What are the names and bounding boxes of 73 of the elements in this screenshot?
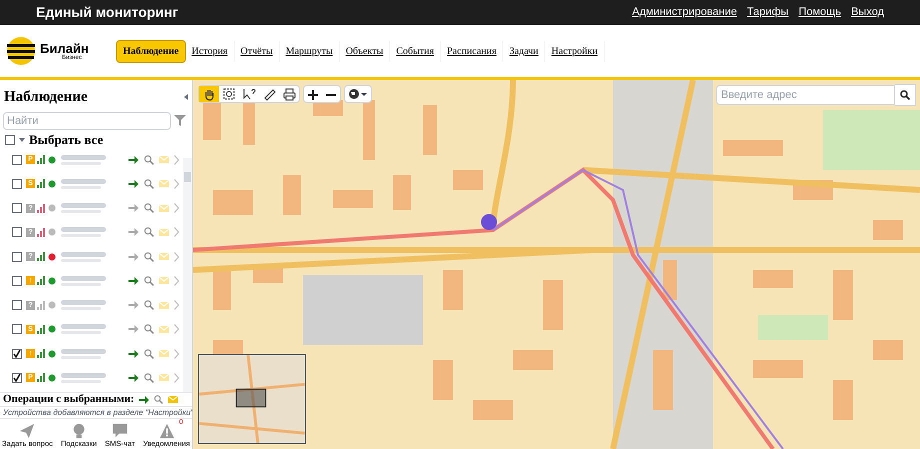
chevron-right-icon[interactable] [174,300,179,310]
chevron-right-icon[interactable] [174,203,179,214]
search-field[interactable]: Найти [3,112,171,130]
chevron-right-icon[interactable] [174,178,179,189]
chevron-right-icon[interactable] [174,154,179,165]
checkbox[interactable] [12,372,22,383]
arrow-right-icon[interactable] [128,180,139,188]
arrow-right-icon[interactable] [128,301,139,310]
print-icon [282,88,296,100]
checkbox[interactable] [12,203,22,214]
scrollbar[interactable] [183,158,192,392]
chevron-right-icon[interactable] [174,348,179,359]
brand-name: Билайн [40,42,89,54]
search-icon[interactable] [895,84,916,106]
info-note: Устройства добавляются в разделе "Настройки" [0,406,192,419]
arrow-right-icon[interactable] [139,396,150,404]
dropdown-caret-icon[interactable] [19,138,25,142]
header-link[interactable]: Администрирование [632,4,738,21]
map-tool-button[interactable] [199,86,219,102]
hand-icon [202,88,216,100]
chevron-right-icon[interactable] [174,227,179,238]
nav-tab[interactable]: Отчёты [234,40,280,62]
nav-tab[interactable]: Объекты [340,40,390,62]
arrow-right-icon[interactable] [128,374,139,382]
nav-tab[interactable]: Наблюдение [116,40,186,62]
checkbox[interactable] [12,348,22,359]
checkbox[interactable] [12,227,22,238]
nav-tab[interactable]: Настройки [545,40,605,62]
globe-icon [349,89,359,99]
checkbox[interactable] [12,276,22,286]
arrow-right-icon[interactable] [128,204,139,212]
checkbox[interactable] [5,134,15,144]
nav-tab[interactable]: Расписания [441,40,504,62]
arrow-right-icon[interactable] [128,252,139,261]
paper-plane-icon [19,423,36,439]
nav-tab[interactable]: Маршруты [280,40,340,62]
arrow-right-icon[interactable] [128,228,139,236]
select-all-label[interactable]: Выбрать все [29,130,104,150]
arrow-right-icon[interactable] [128,325,139,334]
checkbox[interactable] [12,178,22,189]
ruler-icon [262,88,276,100]
caret-icon [361,92,367,96]
nav-tab[interactable]: Задачи [503,40,546,62]
checkbox[interactable] [12,154,22,165]
speech-bubble-icon [112,423,128,439]
checkbox[interactable] [12,324,22,334]
chevron-right-icon[interactable] [174,252,179,262]
zoom-area-icon [222,88,236,100]
nav-tab[interactable]: События [390,40,441,62]
layers-button[interactable] [344,85,372,103]
lightbulb-icon [70,423,87,439]
header-link[interactable]: Тарифы [747,4,789,21]
chevron-right-icon[interactable] [174,324,179,334]
header-link[interactable]: Выход [851,4,884,21]
nav-tab[interactable]: История [186,40,235,62]
panel-title: Наблюдение [4,88,88,107]
arrow-right-icon[interactable] [128,350,139,358]
chevron-right-icon[interactable] [174,372,179,383]
collapse-icon[interactable] [184,94,188,100]
warning-icon [158,423,175,439]
checkbox[interactable] [12,252,22,262]
chevron-right-icon[interactable] [174,276,179,286]
arrow-right-icon[interactable] [128,276,139,285]
filter-icon[interactable] [174,115,186,126]
operations-label: Операции с выбранными: [3,392,134,408]
arrow-right-icon[interactable] [128,156,139,164]
address-field[interactable]: Введите адрес [716,85,895,105]
minimap-drawing[interactable] [198,354,306,444]
app-title: Единый мониторинг [36,3,178,22]
checkbox[interactable] [12,300,22,310]
header-link[interactable]: Помощь [798,4,842,21]
logo-icon [6,36,36,66]
zoom-in-icon[interactable] [308,90,318,100]
